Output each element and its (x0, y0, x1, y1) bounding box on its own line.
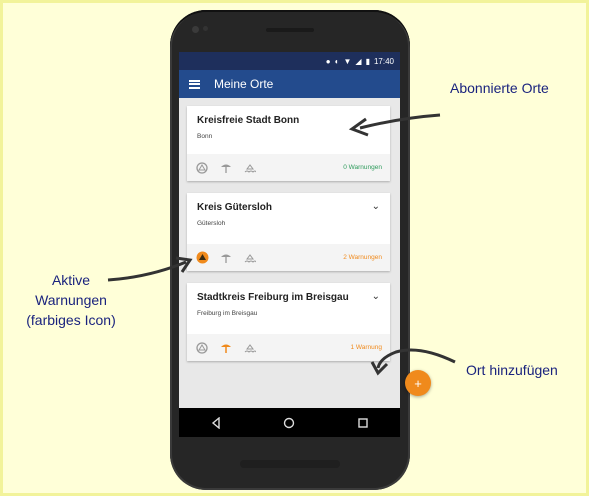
annotation-active-warnings: Aktive Warnungen (farbiges Icon) (26, 272, 116, 328)
annotation-arrows (107, 113, 456, 376)
annotation-subscribed-places: Abonnierte Orte (450, 80, 549, 96)
annotation-add-place: Ort hinzufügen (466, 362, 558, 378)
